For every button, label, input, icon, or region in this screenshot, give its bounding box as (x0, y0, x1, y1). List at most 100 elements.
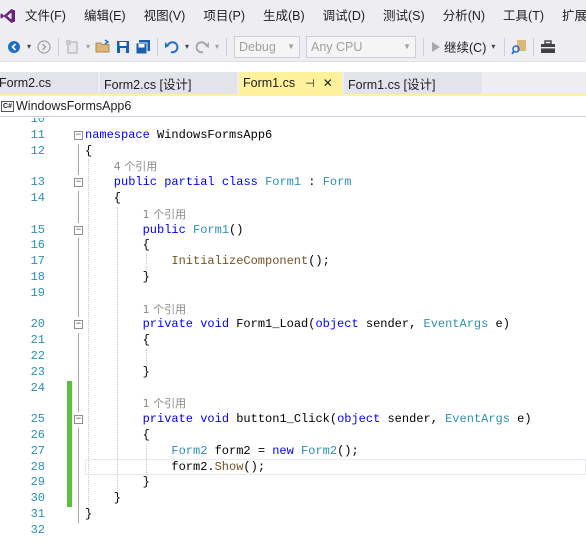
line-number: 30 (30, 491, 45, 506)
chevron-down-icon[interactable]: ▾ (83, 36, 93, 58)
solution-configuration-dropdown[interactable]: Debug ▼ (234, 35, 300, 58)
outline-guide (78, 428, 79, 444)
tab-form1-cs[interactable]: Form1.cs ⊣ ✕ (239, 72, 342, 94)
code-text: } (142, 270, 150, 284)
code-line[interactable]: 12 { (0, 143, 586, 160)
collapse-icon[interactable]: − (74, 130, 83, 140)
forward-icon[interactable] (34, 36, 54, 58)
pin-icon[interactable]: ⊣ (305, 77, 315, 90)
outline-guide (78, 507, 79, 523)
code-text: } (113, 491, 121, 506)
tab-form2-design[interactable]: Form2.cs [设计] (100, 72, 237, 94)
menu-edit[interactable]: 编辑(E) (75, 0, 135, 32)
back-icon[interactable] (4, 36, 24, 58)
outline-guide (78, 459, 79, 476)
collapse-icon[interactable]: − (74, 225, 83, 235)
outline-guide (78, 443, 79, 460)
toolbar-separator (533, 37, 535, 56)
code-editor[interactable]: 10 11− namespace WindowsFormsApp6 12{4 个引用 1… (0, 118, 586, 554)
chevron-down-icon[interactable]: ▾ (182, 36, 192, 58)
open-folder-icon[interactable] (93, 36, 113, 58)
line-number: 13 (30, 175, 45, 190)
line-number: 32 (30, 522, 45, 537)
code-line[interactable]: 31} (0, 507, 586, 523)
play-icon[interactable] (428, 36, 444, 58)
change-indicator (67, 459, 72, 476)
outline-guide (78, 191, 79, 207)
save-all-icon[interactable] (133, 36, 153, 58)
chevron-down-icon[interactable]: ▾ (24, 36, 34, 58)
line-number: 22 (30, 349, 45, 363)
chevron-down-icon: ▼ (403, 42, 411, 51)
change-indicator (67, 491, 72, 507)
menu-view[interactable]: 视图(V) (135, 0, 195, 32)
toolbar-separator (226, 37, 227, 56)
tab-form1-design[interactable]: Form1.cs [设计] (344, 72, 482, 94)
find-in-files-icon[interactable] (509, 36, 529, 58)
reference-count-link[interactable]: 1 个引用 (143, 208, 187, 221)
menu-bar: 文件(F) 编辑(E) 视图(V) 项目(P) 生成(B) 调试(D) 测试(S… (0, 0, 586, 32)
new-project-icon[interactable] (63, 36, 83, 58)
toolbox-icon[interactable] (538, 36, 558, 58)
line-number: 15 (30, 222, 45, 237)
code-text: { (142, 428, 150, 442)
tab-form2-cs[interactable]: Form2.cs (0, 72, 98, 94)
menu-project[interactable]: 项目(P) (194, 0, 254, 32)
menu-build[interactable]: 生成(B) (254, 0, 314, 32)
collapse-icon[interactable]: − (74, 178, 83, 188)
line-number: 18 (30, 270, 45, 284)
outline-guide (78, 254, 79, 270)
line-number: 11 (30, 127, 45, 142)
line-number: 27 (30, 443, 45, 458)
navigation-bar[interactable]: C# WindowsFormsApp6 (0, 96, 586, 117)
code-text: { (85, 143, 93, 158)
collapse-icon[interactable]: − (74, 320, 83, 330)
menu-extensions[interactable]: 扩展 (553, 0, 586, 32)
change-indicator (67, 475, 72, 492)
save-icon[interactable] (113, 36, 133, 58)
continue-button[interactable]: 继续(C) (444, 37, 486, 56)
line-number: 26 (30, 428, 45, 442)
line-number: 31 (30, 507, 45, 521)
code-text: Form2 form2 = new Form2(); (171, 443, 359, 458)
reference-count-link[interactable]: 4 个引用 (114, 160, 158, 173)
undo-icon[interactable] (162, 36, 182, 58)
chevron-down-icon: ▼ (287, 42, 295, 51)
code-text: InitializeComponent(); (171, 254, 330, 269)
line-number: 19 (30, 285, 45, 300)
code-line[interactable]: 11 − namespace WindowsFormsApp6 (0, 128, 586, 144)
line-number: 23 (30, 364, 45, 379)
project-dropdown[interactable]: WindowsFormsApp6 (16, 99, 131, 113)
visual-studio-logo-icon[interactable] (0, 0, 16, 32)
code-text: } (85, 507, 93, 521)
change-indicator (67, 428, 72, 444)
code-text: form2.Show(); (171, 459, 266, 474)
reference-count-link[interactable]: 1 个引用 (143, 397, 187, 410)
code-text: private void button1_Click(object sender… (142, 412, 532, 427)
menu-test[interactable]: 测试(S) (374, 0, 434, 32)
line-number: 21 (30, 333, 45, 348)
solution-platform-dropdown[interactable]: Any CPU ▼ (306, 35, 416, 58)
code-line[interactable]: 10 (0, 118, 586, 128)
line-number: 12 (30, 143, 45, 158)
tab-label: Form2.cs (0, 76, 52, 90)
chevron-down-icon[interactable]: ▾ (486, 36, 500, 58)
chevron-down-icon[interactable]: ▾ (212, 36, 222, 58)
reference-count-link[interactable]: 1 个引用 (143, 303, 187, 316)
indent-guide (117, 206, 118, 492)
line-number: 28 (30, 459, 45, 474)
collapse-icon[interactable]: − (74, 415, 83, 425)
outline-guide (78, 206, 79, 223)
tab-label: Form2.cs [设计] (104, 77, 192, 92)
line-number: 10 (30, 118, 45, 126)
redo-icon[interactable] (192, 36, 212, 58)
csharp-project-icon: C# (1, 100, 14, 112)
line-number: 16 (30, 238, 45, 253)
code-line[interactable]: 32 (0, 523, 586, 539)
platform-value: Any CPU (311, 39, 363, 54)
menu-tools[interactable]: 工具(T) (494, 0, 553, 32)
menu-file[interactable]: 文件(F) (16, 0, 75, 32)
menu-analyze[interactable]: 分析(N) (434, 0, 494, 32)
close-icon[interactable]: ✕ (323, 76, 333, 90)
menu-debug[interactable]: 调试(D) (314, 0, 374, 32)
